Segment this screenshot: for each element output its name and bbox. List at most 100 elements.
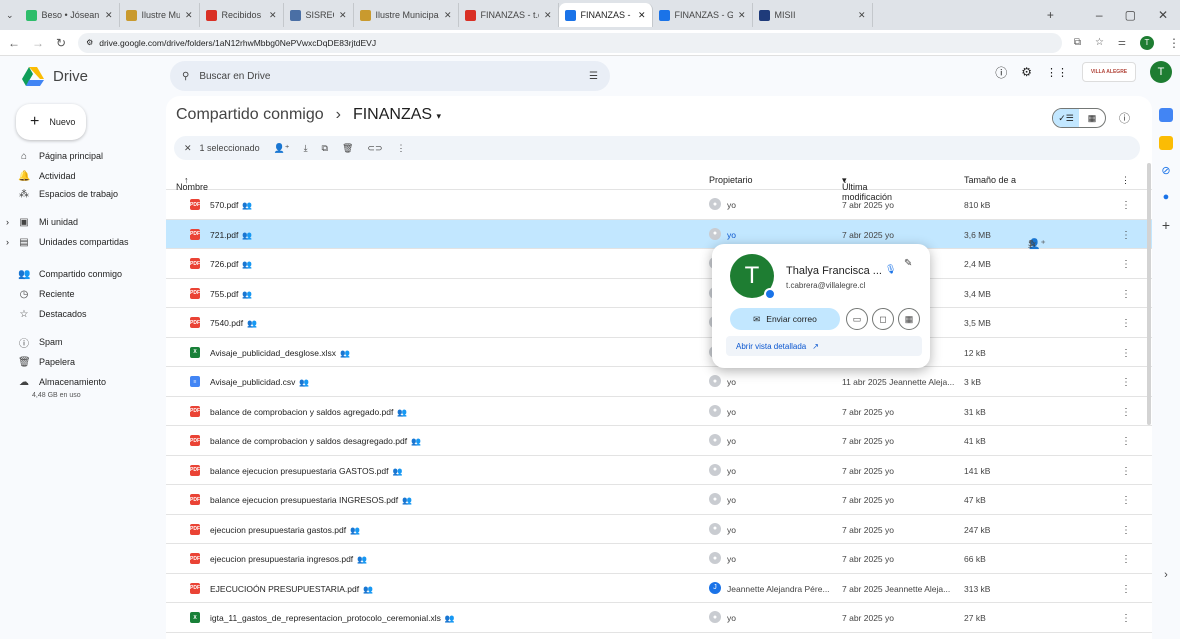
tab-close-icon[interactable]: ✕ — [105, 10, 113, 21]
file-row[interactable]: ≡ Avisaje_publicidad.csv 👥 ● yo 11 abr 2025 J… — [166, 367, 1152, 397]
file-row[interactable]: XAvisaje_publicidad_desglose.xlsx👥●12 kB… — [166, 338, 1152, 367]
file-name[interactable]: 755.pdf 👥 — [210, 289, 252, 299]
file-owner[interactable]: yo — [727, 466, 736, 476]
row-more-icon[interactable]: ⋮ — [1121, 466, 1131, 477]
maximize-icon[interactable]: ▢ — [1125, 8, 1136, 22]
close-icon[interactable]: ✕ — [1158, 8, 1168, 22]
search-input[interactable]: Buscar en Drive — [199, 71, 579, 82]
file-row[interactable]: PDF 570.pdf 👥 ● yo 7 abr 2025 yo 810 kB ⋮ — [166, 190, 1152, 220]
sidebar-item-5[interactable]: 👥 Compartido conmigo — [18, 266, 122, 282]
reload-icon[interactable]: ↻ — [56, 36, 66, 50]
send-email-button[interactable]: ✉ Enviar correo — [730, 308, 840, 330]
row-more-icon[interactable]: ⋮ — [1121, 584, 1131, 595]
row-more-icon[interactable]: ⋮ — [1121, 407, 1131, 418]
move-icon[interactable]: ⧉ — [322, 143, 328, 154]
star-icon[interactable]: ☆ — [1028, 239, 1037, 250]
apps-grid-icon[interactable]: ⋮⋮ — [1046, 66, 1068, 79]
bookmark-star-icon[interactable]: ☆ — [1095, 37, 1104, 48]
video-call-icon[interactable]: ◻ — [872, 308, 894, 330]
help-icon[interactable]: ⓘ — [995, 64, 1007, 81]
cast-icon[interactable]: ⧉ — [1074, 37, 1081, 48]
column-modified[interactable]: Última modificación ▾ — [842, 175, 892, 202]
file-name[interactable]: balance ejecucion presupuestaria GASTOS.… — [210, 466, 402, 476]
file-row[interactable]: PDF balance ejecucion presupuestaria GAST… — [166, 456, 1152, 485]
browser-tab[interactable]: FINANZAS - Google D ✕ — [653, 3, 753, 27]
search-filter-icon[interactable]: ☰ — [589, 71, 598, 82]
sidebar-item-7[interactable]: ☆ Destacados — [18, 306, 87, 322]
organization-logo[interactable]: VILLA ALEGRE — [1082, 62, 1136, 82]
grid-view-icon[interactable]: ▦ — [1079, 109, 1105, 127]
forward-icon[interactable]: → — [32, 36, 44, 50]
file-row[interactable]: PDF balance de comprobacion y saldos desa… — [166, 426, 1152, 456]
search-bar[interactable]: ⚲ Buscar en Drive ☰ — [170, 61, 610, 91]
column-owner[interactable]: Propietario — [709, 175, 753, 185]
calendar-icon[interactable] — [1159, 108, 1173, 122]
sidebar-item-8[interactable]: ⓘ Spam — [18, 334, 63, 350]
sidebar-item-9[interactable]: 🗑 Papelera — [18, 354, 75, 370]
tab-close-icon[interactable]: ✕ — [269, 10, 277, 21]
browser-tab[interactable]: FINANZAS - t.cabrera ✕ — [459, 3, 559, 27]
back-icon[interactable]: ← — [8, 36, 20, 50]
row-more-icon[interactable]: ⋮ — [1121, 289, 1131, 300]
expand-panel-icon[interactable]: › — [1164, 569, 1168, 581]
column-size[interactable]: Tamaño de a — [964, 175, 1016, 185]
sidebar-item-6[interactable]: ◷ Reciente — [18, 286, 75, 302]
column-name[interactable]: Nombre ↑ — [176, 175, 208, 192]
file-name[interactable]: balance de comprobacion y saldos desagre… — [210, 436, 421, 446]
expand-caret-icon[interactable]: › — [6, 217, 9, 227]
download-icon[interactable]: ⤓ — [304, 143, 308, 154]
row-more-icon[interactable]: ⋮ — [1121, 554, 1131, 565]
file-row[interactable]: PDF ejecucion presupuestaria ingresos.pdf… — [166, 544, 1152, 574]
pronunciation-icon[interactable]: 🎙 — [885, 264, 896, 275]
browser-tab[interactable]: Ilustre Municipalidad ✕ — [120, 3, 200, 27]
file-row[interactable]: PDF balance de comprobacion y saldos agre… — [166, 397, 1152, 426]
search-icon[interactable]: ⚲ — [182, 71, 189, 82]
row-more-icon[interactable]: ⋮ — [1121, 230, 1131, 241]
tab-close-icon[interactable]: ✕ — [738, 10, 746, 21]
browser-tab[interactable]: Beso • Jósean Lo... ✕ — [20, 3, 120, 27]
file-name[interactable]: 721.pdf 👥 — [210, 230, 252, 240]
tasks-icon[interactable]: ⊘ — [1161, 164, 1170, 177]
file-owner[interactable]: yo — [727, 230, 736, 240]
drive-logo[interactable]: Drive — [0, 66, 170, 86]
sidebar-item-10[interactable]: ☁ Almacenamiento — [18, 374, 106, 390]
tab-search-icon[interactable]: ⌄ — [6, 10, 14, 21]
list-view-icon[interactable]: ✓☰ — [1053, 109, 1079, 127]
details-info-icon[interactable]: ⓘ — [1119, 110, 1130, 126]
browser-tab[interactable]: Recibidos (335) - t.ca ✕ — [200, 3, 284, 27]
open-detailed-view-link[interactable]: Abrir vista detallada ↗ — [726, 336, 922, 356]
row-more-icon[interactable]: ⋮ — [1121, 377, 1131, 388]
extensions-icon[interactable]: ⚌ — [1118, 37, 1126, 48]
row-more-icon[interactable]: ⋮ — [1121, 436, 1131, 447]
file-row[interactable]: PDF EJECUCIOÓN PRESUPUESTARIA.pdf 👥 J Jeanne… — [166, 574, 1152, 603]
file-owner[interactable]: yo — [727, 495, 736, 505]
sidebar-item-2[interactable]: ⁂ Espacios de trabajo — [18, 186, 118, 202]
tab-close-icon[interactable]: ✕ — [544, 10, 552, 21]
url-field[interactable]: ⚙ drive.google.com/drive/folders/1aN12rh… — [78, 32, 1062, 53]
file-name[interactable]: ejecucion presupuestaria ingresos.pdf 👥 — [210, 554, 367, 564]
file-name[interactable]: 726.pdf 👥 — [210, 259, 252, 269]
tab-close-icon[interactable]: ✕ — [185, 10, 193, 21]
file-name[interactable]: Avisaje_publicidad.csv 👥 — [210, 377, 309, 387]
file-row[interactable]: PDF755.pdf👥●3,4 MB⋮ — [166, 279, 1152, 308]
file-owner[interactable]: yo — [727, 377, 736, 387]
breadcrumb-current[interactable]: FINANZAS ▾ — [353, 106, 441, 124]
tab-close-icon[interactable]: ✕ — [638, 10, 646, 21]
sidebar-item-0[interactable]: ⌂ Página principal — [18, 148, 103, 164]
column-options-icon[interactable]: ⋮ — [1121, 175, 1130, 186]
file-name[interactable]: balance ejecucion presupuestaria INGRESO… — [210, 495, 412, 505]
row-more-icon[interactable]: ⋮ — [1121, 259, 1131, 270]
storage-usage[interactable]: 4,48 GB en uso — [32, 392, 81, 399]
scrollbar[interactable] — [1147, 163, 1151, 425]
trash-icon[interactable]: 🗑 — [342, 143, 353, 154]
file-row[interactable]: Xigta_11_gastos_de_representacion_protoc… — [166, 603, 1152, 633]
file-row[interactable]: PDF7540.pdf👥●3,5 MB⋮ — [166, 308, 1152, 338]
settings-gear-icon[interactable]: ⚙ — [1021, 65, 1032, 79]
file-owner[interactable]: Jeannette Alejandra Pére... — [727, 584, 830, 594]
row-more-icon[interactable]: ⋮ — [1121, 200, 1131, 211]
file-name[interactable]: EJECUCIOÓN PRESUPUESTARIA.pdf 👥 — [210, 584, 373, 594]
contacts-icon[interactable]: ● — [1163, 191, 1170, 203]
sidebar-item-3[interactable]: › ▣ Mi unidad — [6, 214, 78, 230]
view-toggle[interactable]: ✓☰ ▦ — [1052, 108, 1106, 128]
file-name[interactable]: balance de comprobacion y saldos agregad… — [210, 407, 407, 417]
